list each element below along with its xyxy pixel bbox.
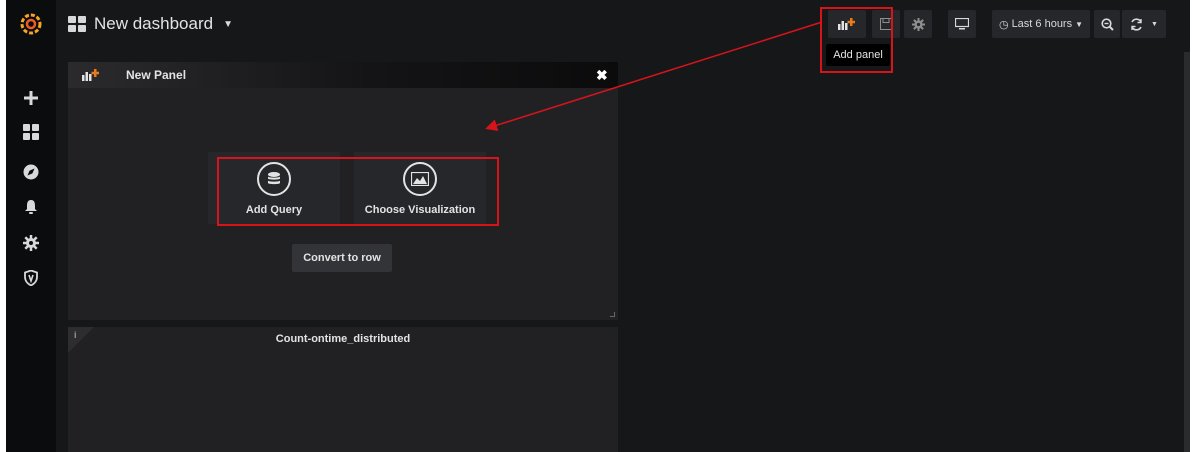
database-icon [257,162,291,196]
close-icon[interactable]: ✖ [596,67,608,84]
grafana-app: New dashboard ▼ ◷ Last 6 hours ▼ ▼ Add p… [6,0,1190,452]
scrollbar[interactable] [1184,52,1190,452]
refresh-icon [1131,17,1142,31]
add-panel-icon [838,18,855,30]
compass-icon[interactable] [21,162,41,182]
dashboard-title: New dashboard [94,14,214,33]
caret-down-icon: ▼ [1151,20,1158,28]
add-panel-icon [82,69,99,81]
add-query-label: Add Query [245,204,303,216]
caret-down-icon: ▼ [1075,19,1084,29]
panel-title[interactable]: Count-ontime_distributed [68,333,618,345]
save-dashboard-button[interactable] [872,10,900,38]
bell-icon[interactable] [21,197,41,217]
add-panel-tooltip: Add panel [826,44,890,66]
panel-resize-handle[interactable] [610,312,615,317]
caret-down-icon: ▼ [223,18,233,30]
zoom-out-icon [1100,17,1114,31]
tv-mode-button[interactable] [948,10,976,38]
clock-icon: ◷ [998,18,1009,31]
dashboard-title-dropdown[interactable]: New dashboard ▼ [68,12,233,36]
plus-icon[interactable] [21,88,41,108]
panel-count-ontime-distributed: i Count-ontime_distributed [68,327,618,452]
save-icon [880,18,892,30]
new-panel-header: New Panel ✖ [68,62,618,88]
add-panel-button[interactable] [828,10,866,38]
refresh-button[interactable]: ▼ [1122,10,1166,38]
new-panel-title: New Panel [126,68,187,82]
add-query-button[interactable]: Add Query [208,152,340,224]
choose-visualization-button[interactable]: Choose Visualization [354,152,486,224]
time-range-picker[interactable]: ◷ Last 6 hours ▼ [992,10,1090,38]
dashboards-grid-icon [68,16,86,32]
dashboards-grid-icon[interactable] [21,122,41,142]
gear-icon [911,17,925,31]
gear-icon[interactable] [21,233,41,253]
sidebar [6,0,56,452]
grafana-logo-icon[interactable] [19,12,43,36]
monitor-icon [955,18,969,30]
new-panel: New Panel ✖ Add Query Choose Visualizati… [68,62,618,320]
zoom-out-button[interactable] [1094,10,1120,38]
dashboard-settings-button[interactable] [904,10,932,38]
area-chart-icon [403,162,437,196]
time-range-label: Last 6 hours [1011,18,1073,30]
shield-icon[interactable] [21,268,41,288]
convert-to-row-button[interactable]: Convert to row [292,244,392,272]
choose-visualization-label: Choose Visualization [364,204,476,216]
